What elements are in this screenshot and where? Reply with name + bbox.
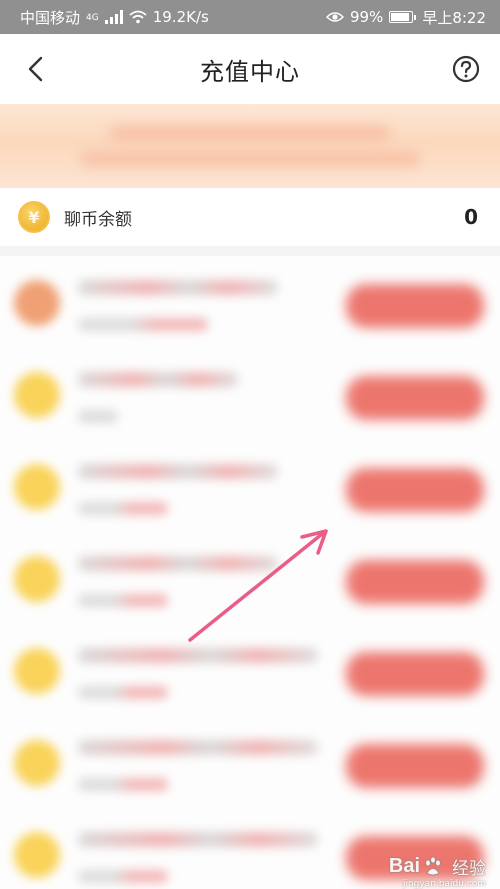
list-item[interactable] <box>0 532 500 624</box>
package-subtitle-blurred <box>78 870 168 883</box>
package-icon <box>14 648 60 694</box>
list-item[interactable] <box>0 256 500 348</box>
back-button[interactable] <box>20 54 50 84</box>
battery-percent: 99% <box>349 8 384 26</box>
watermark-suffix: 经验 <box>452 859 486 879</box>
paw-icon <box>425 856 441 875</box>
package-icon <box>14 740 60 786</box>
watermark-brand: Bai <box>388 855 420 877</box>
buy-button[interactable] <box>346 376 484 420</box>
network-speed: 19.2K/s <box>152 8 209 26</box>
package-title-blurred <box>78 372 238 387</box>
package-subtitle-blurred <box>78 778 168 791</box>
network-type: 4G <box>86 12 99 23</box>
package-subtitle-blurred <box>78 410 118 423</box>
package-title-blurred <box>78 464 278 479</box>
package-icon <box>14 832 60 878</box>
list-item[interactable] <box>0 348 500 440</box>
package-icon <box>14 556 60 602</box>
buy-button[interactable] <box>346 284 484 328</box>
buy-button[interactable] <box>346 560 484 604</box>
status-left: 中国移动 4G 19.2K/s <box>20 7 209 28</box>
package-title-blurred <box>78 648 318 663</box>
promo-banner[interactable] <box>0 104 500 188</box>
baidu-jingyan-watermark: Bai 经验 jingyan.baidu.com <box>388 854 486 889</box>
package-subtitle-blurred <box>78 502 168 515</box>
buy-button[interactable] <box>346 652 484 696</box>
package-title-blurred <box>78 740 318 755</box>
list-item[interactable] <box>0 440 500 532</box>
package-title-blurred <box>78 280 278 295</box>
carrier-name: 中国移动 <box>20 8 81 27</box>
status-bar: 中国移动 4G 19.2K/s 99% 早上8:22 <box>0 0 500 34</box>
eye-icon <box>325 12 344 22</box>
package-subtitle-blurred <box>78 594 168 607</box>
clock: 早上8:22 <box>422 8 486 27</box>
balance-row: ¥ 聊币余额 0 <box>0 188 500 246</box>
yuan-coin-icon: ¥ <box>18 201 50 233</box>
buy-button[interactable] <box>346 468 484 512</box>
signal-icon <box>104 10 123 24</box>
list-item[interactable] <box>0 716 500 808</box>
package-subtitle-blurred <box>78 318 208 331</box>
package-title-blurred <box>78 832 318 847</box>
watermark-url: jingyan.baidu.com <box>402 879 486 889</box>
recharge-package-list <box>0 256 500 889</box>
status-right: 99% 早上8:22 <box>325 7 486 28</box>
page-title: 充值中心 <box>200 57 300 86</box>
package-subtitle-blurred <box>78 686 168 699</box>
back-chevron-icon <box>28 56 43 82</box>
package-icon <box>14 280 60 326</box>
package-icon <box>14 372 60 418</box>
buy-button[interactable] <box>346 744 484 788</box>
wifi-icon <box>129 10 147 24</box>
balance-value: 0 <box>464 205 478 229</box>
help-button[interactable] <box>452 55 480 83</box>
package-icon <box>14 464 60 510</box>
battery-icon <box>389 11 417 23</box>
list-item[interactable] <box>0 624 500 716</box>
balance-label: 聊币余额 <box>64 209 132 230</box>
package-title-blurred <box>78 556 278 571</box>
help-question-icon <box>452 55 480 83</box>
nav-bar: 充值中心 <box>0 34 500 104</box>
